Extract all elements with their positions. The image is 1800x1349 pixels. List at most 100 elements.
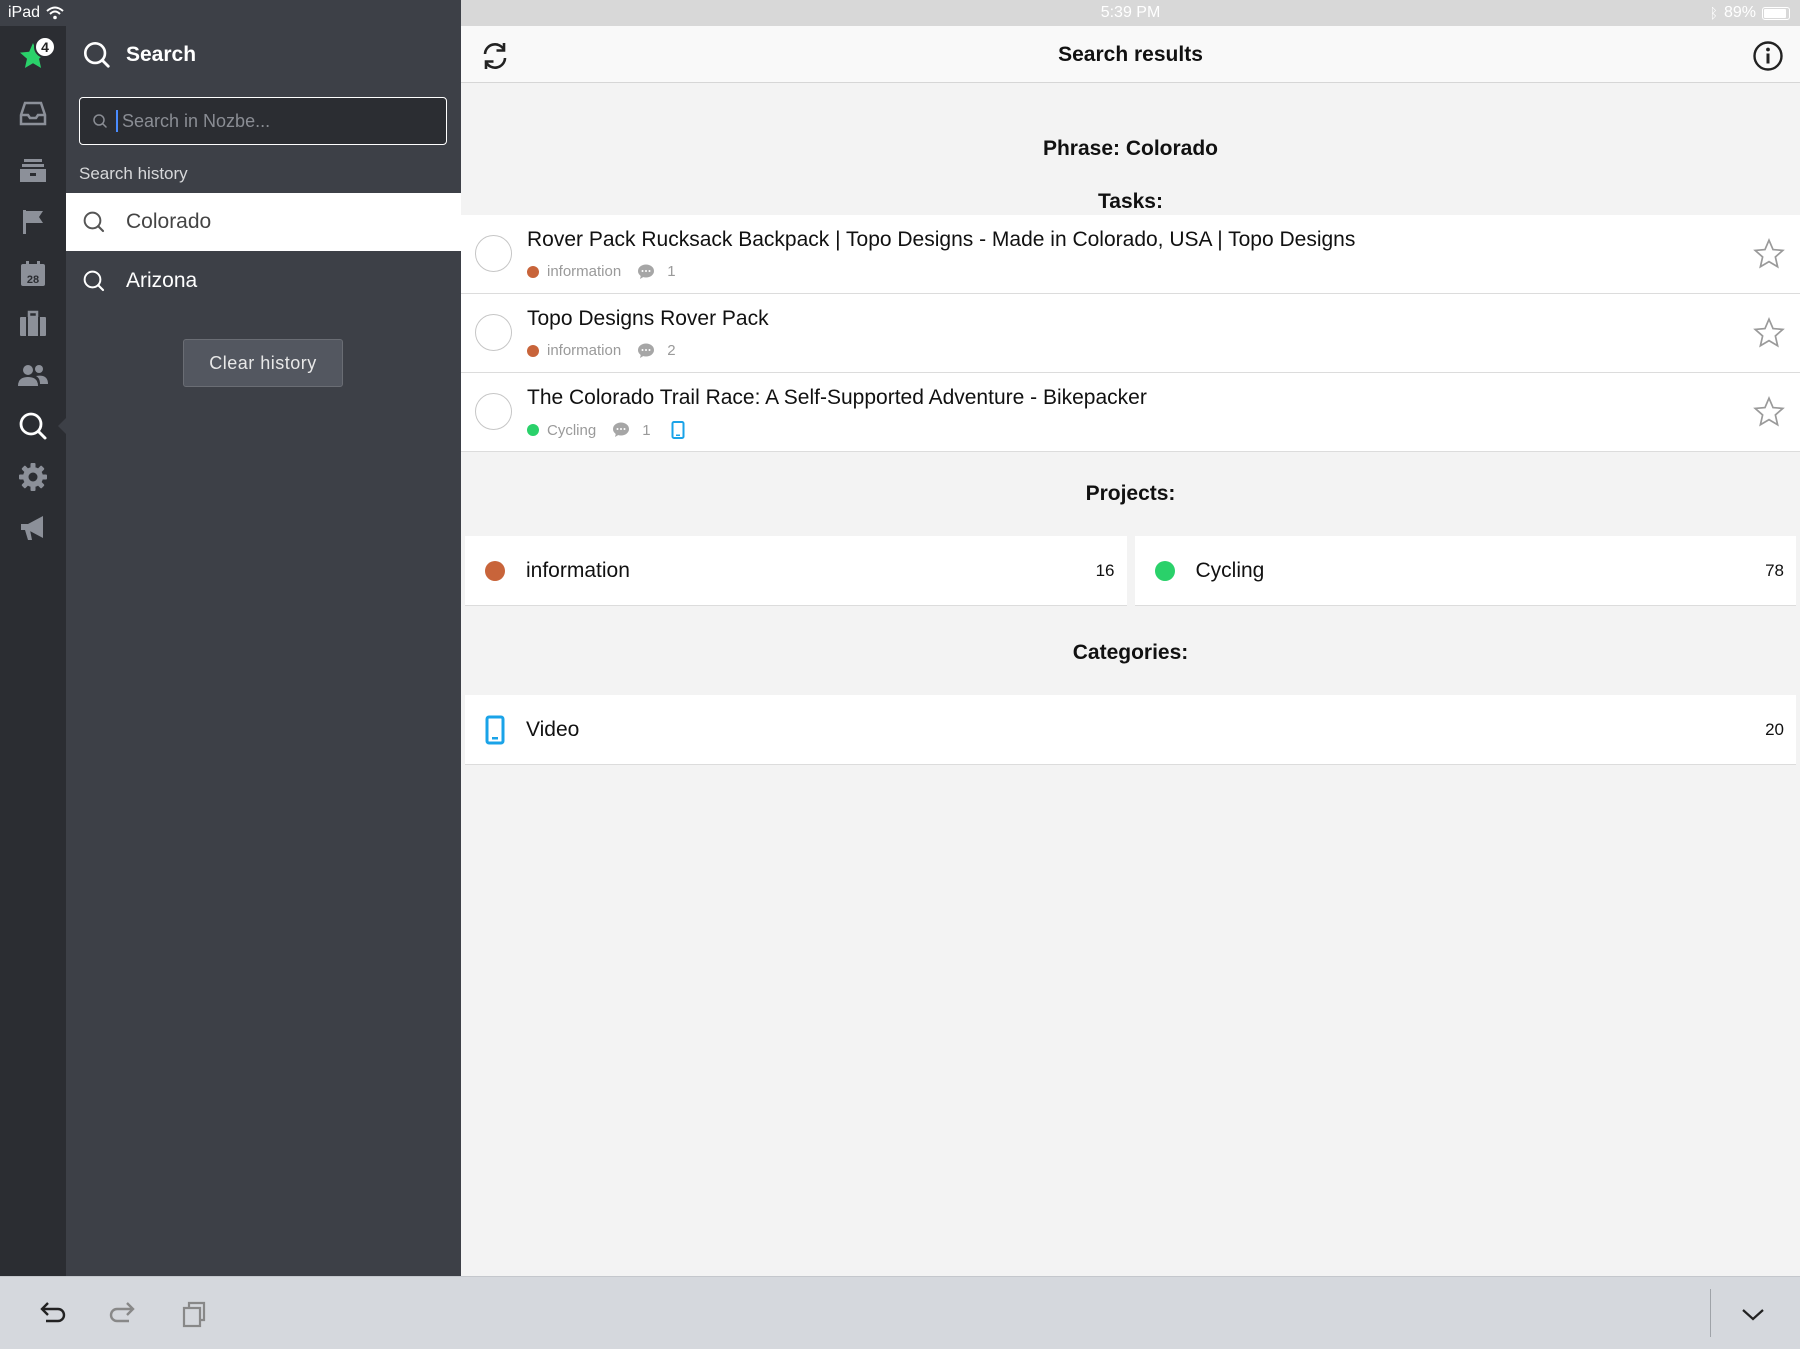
search-sidebar: Search Search history Colorado Arizona C… <box>66 26 461 1276</box>
star-icon[interactable] <box>1752 316 1786 350</box>
status-bar: iPad 5:39 PM ᛒ 89% <box>0 0 1800 26</box>
category-list: Video 20 <box>465 695 1796 765</box>
task-title: Rover Pack Rucksack Backpack | Topo Desi… <box>527 228 1356 251</box>
project-color-dot <box>1154 561 1175 581</box>
project-color-dot <box>527 424 539 436</box>
search-history-list: Colorado Arizona <box>66 193 461 311</box>
project-task-count: 78 <box>1765 561 1784 580</box>
status-bar-left: iPad <box>0 0 461 26</box>
chevron-down-icon <box>1742 1309 1764 1321</box>
rail-item-inbox[interactable] <box>0 85 66 141</box>
comment-icon <box>637 264 655 280</box>
archive-icon <box>20 159 46 182</box>
people-icon <box>18 365 48 386</box>
rail-item-projects[interactable] <box>0 296 66 352</box>
redo-icon <box>109 1302 135 1323</box>
rail-item-news[interactable] <box>0 500 66 556</box>
project-card-information[interactable]: information 16 <box>465 536 1127 606</box>
search-icon <box>83 41 110 68</box>
search-icon <box>83 211 105 233</box>
task-row[interactable]: Topo Designs Rover Pack information 2 <box>461 294 1800 373</box>
search-field[interactable] <box>79 97 447 145</box>
comment-count: 1 <box>642 421 651 439</box>
sidebar-header: Search <box>66 26 461 83</box>
comment-icon <box>637 343 655 359</box>
bluetooth-icon: ᛒ <box>1709 5 1718 21</box>
history-item-label: Colorado <box>126 210 212 233</box>
search-results-pane: Search results Phrase: Colorado Tasks: R… <box>461 26 1800 1276</box>
rail-item-search[interactable] <box>0 398 66 454</box>
tablet-icon <box>671 421 685 439</box>
rail-item-settings[interactable] <box>0 449 66 505</box>
svg-text:28: 28 <box>27 274 39 286</box>
search-phrase: Phrase: Colorado <box>1042 137 1219 160</box>
search-input[interactable] <box>120 109 440 133</box>
device-label: iPad <box>8 4 41 21</box>
task-project-label: information <box>547 263 622 280</box>
rail-item-team[interactable] <box>0 347 66 403</box>
projects-heading: Projects: <box>1085 482 1176 505</box>
project-color-dot <box>527 344 539 357</box>
task-checkbox[interactable] <box>475 393 512 430</box>
task-meta: information 1 <box>527 263 676 280</box>
briefcase-icon <box>20 310 46 336</box>
status-battery: ᛒ 89% <box>1710 4 1790 22</box>
categories-heading: Categories: <box>1072 641 1189 664</box>
task-row[interactable]: Rover Pack Rucksack Backpack | Topo Desi… <box>461 215 1800 294</box>
paste-button[interactable] <box>174 1294 214 1334</box>
text-cursor <box>116 110 118 132</box>
history-item-arizona[interactable]: Arizona <box>66 252 461 311</box>
clear-history-button[interactable]: Clear history <box>183 339 343 387</box>
inbox-icon <box>19 101 47 126</box>
project-color-dot <box>527 265 539 278</box>
project-card-cycling[interactable]: Cycling 78 <box>1134 536 1796 606</box>
undo-icon <box>40 1302 66 1323</box>
redo-button[interactable] <box>103 1294 143 1334</box>
results-header: Search results <box>461 26 1800 83</box>
star-icon[interactable] <box>1752 395 1786 429</box>
task-project-label: Cycling <box>547 421 597 439</box>
history-item-colorado[interactable]: Colorado <box>66 193 461 252</box>
comment-count: 1 <box>667 263 676 280</box>
rail-item-flags[interactable] <box>0 194 66 250</box>
rail-item-priority[interactable]: 4 <box>0 28 66 84</box>
undo-button[interactable] <box>32 1294 72 1334</box>
project-name: Cycling <box>1195 559 1265 582</box>
project-name: information <box>526 559 630 582</box>
megaphone-icon <box>21 516 43 540</box>
task-meta: Cycling 1 <box>527 421 685 439</box>
task-title: The Colorado Trail Race: A Self-Supporte… <box>527 386 1147 409</box>
status-bar-right: 5:39 PM ᛒ 89% <box>461 0 1800 26</box>
sidebar-title: Search <box>126 42 197 66</box>
dismiss-keyboard-button[interactable] <box>1733 1294 1773 1334</box>
clipboard-icon <box>182 1301 206 1328</box>
task-checkbox[interactable] <box>475 314 512 351</box>
flag-icon <box>23 210 43 234</box>
category-card-video[interactable]: Video 20 <box>465 695 1796 765</box>
rail-item-archive[interactable] <box>0 143 66 199</box>
category-name: Video <box>526 718 580 741</box>
battery-icon <box>1762 6 1790 20</box>
status-time: 5:39 PM <box>1100 4 1161 21</box>
comment-icon <box>612 422 630 438</box>
priority-badge: 4 <box>34 36 56 58</box>
battery-percent: 89% <box>1723 4 1756 21</box>
info-button[interactable] <box>1748 36 1788 76</box>
divider <box>1710 1289 1711 1337</box>
search-icon <box>83 270 105 292</box>
page-title: Search results <box>1058 43 1203 66</box>
star-icon[interactable] <box>1752 237 1786 271</box>
icon-rail: 4 28 <box>0 26 66 1276</box>
task-checkbox[interactable] <box>475 235 512 272</box>
project-task-count: 16 <box>1095 561 1115 580</box>
task-project-label: information <box>547 342 622 359</box>
gear-icon <box>19 463 47 491</box>
task-row[interactable]: The Colorado Trail Race: A Self-Supporte… <box>461 373 1800 452</box>
project-color-dot <box>485 561 505 581</box>
tasks-heading: Tasks: <box>1098 190 1163 213</box>
search-history-label: Search history <box>79 164 188 183</box>
rail-item-calendar[interactable]: 28 <box>0 246 66 302</box>
task-meta: information 2 <box>527 342 676 359</box>
task-title: Topo Designs Rover Pack <box>527 307 769 330</box>
keyboard-shortcut-bar <box>0 1276 1800 1349</box>
